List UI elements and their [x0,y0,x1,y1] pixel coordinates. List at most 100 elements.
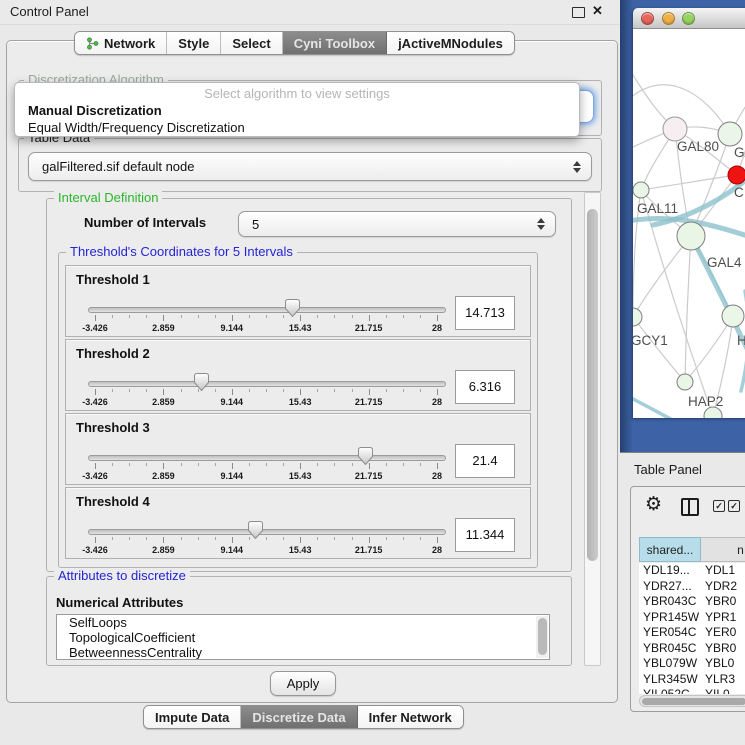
network-edge [685,236,691,382]
scrollbar-thumb[interactable] [538,618,547,655]
table-row[interactable]: YDL19...YDL1 [639,563,745,579]
cyni-bottom-tabs: Impute Data Discretize Data Infer Network [143,705,464,729]
panel-vertical-scrollbar[interactable] [584,192,601,666]
slider-tick-label: 2.859 [141,397,185,407]
slider-track[interactable] [88,381,446,387]
slider-thumb[interactable] [285,299,300,322]
network-canvas[interactable]: GAL80GACGAL11GAL4GCY1HHAP2 [633,29,745,418]
table-row[interactable]: YBL079WYBL0 [639,656,745,672]
tab-label: Discretize Data [252,710,345,725]
network-node-gal80[interactable] [663,117,687,141]
slider-tick [334,537,335,540]
network-node-gal11[interactable] [633,182,649,198]
table-cell: YPR145W [639,610,703,626]
threshold-value-field[interactable]: 6.316 [455,370,515,404]
table-row[interactable]: YDR27...YDR2 [639,579,745,595]
gear-icon[interactable]: ⚙ [645,493,662,515]
attribute-item-selfloops[interactable]: SelfLoops [57,615,549,630]
threshold-value-field[interactable]: 21.4 [455,444,515,478]
slider-tick [146,315,147,318]
slider-tick [232,389,233,395]
slider-track[interactable] [88,529,446,535]
slider-tick [386,537,387,540]
table-row[interactable]: YLR345WYLR3 [639,672,745,688]
table-cell: YDL1 [703,563,735,579]
attribute-item-topologicalcoefficient[interactable]: TopologicalCoefficient [57,630,549,645]
table-row[interactable]: YER054CYER0 [639,625,745,641]
slider-tick [198,463,199,466]
slider-tick [437,315,438,321]
number-of-intervals-combobox[interactable]: 5 [238,211,556,237]
table-row[interactable]: YBR043CYBR0 [639,594,745,610]
threshold-slider-2[interactable]: -3.4262.8599.14415.4321.71528 [88,368,446,408]
slider-thumb[interactable] [248,521,263,544]
slider-tick [300,389,301,395]
table-cell: YLR345W [639,672,703,688]
attribute-item-betweennesscentrality[interactable]: BetweennessCentrality [57,645,549,660]
table-data-combobox[interactable]: galFiltered.sif default node [28,152,592,181]
scrollbar-thumb[interactable] [642,698,745,705]
close-icon[interactable]: ✕ [592,3,603,19]
apply-button[interactable]: Apply [270,671,336,696]
float-window-icon[interactable] [572,7,585,18]
threshold-label: Threshold 1 [76,272,150,287]
dropdown-option-manual-discretization[interactable]: Manual Discretization [15,102,579,119]
table-row[interactable]: YIL052CYIL0 [639,687,745,694]
slider-tick [232,315,233,321]
tab-discretize-data[interactable]: Discretize Data [241,706,357,728]
minimize-light[interactable] [662,12,675,25]
network-node-gcy1[interactable] [633,308,642,326]
network-node-hap2[interactable] [677,374,693,390]
tab-cyni-toolbox[interactable]: Cyni Toolbox [283,32,387,54]
slider-tick [283,389,284,392]
network-node-ga[interactable] [718,122,742,146]
slider-track[interactable] [88,455,446,461]
thresholds-group-title: Threshold's Coordinates for 5 Intervals [66,245,297,259]
slider-track[interactable] [88,307,446,313]
slider-thumb[interactable] [358,447,373,470]
slider-thumb[interactable] [194,373,209,396]
table-cell: YDR27... [639,579,703,595]
zoom-light[interactable] [682,12,695,25]
network-node-gal4[interactable] [677,222,705,250]
checkbox-icon[interactable]: ✓ [728,500,740,512]
threshold-slider-1[interactable]: -3.4262.8599.14415.4321.71528 [88,294,446,334]
slider-tick-label: 21.715 [347,397,391,407]
slider-tick [215,315,216,318]
slider-tick [266,537,267,540]
slider-tick [215,463,216,466]
slider-tick [283,537,284,540]
tab-impute-data[interactable]: Impute Data [144,706,241,728]
threshold-slider-3[interactable]: -3.4262.8599.14415.4321.71528 [88,442,446,482]
tab-jactivemnodules[interactable]: jActiveMNodules [387,32,514,54]
dropdown-option-equal-width-frequency-discretization[interactable]: Equal Width/Frequency Discretization [15,119,579,136]
threshold-value-field[interactable]: 14.713 [455,296,515,330]
scrollbar-thumb[interactable] [587,209,598,561]
split-view-icon[interactable] [681,498,699,516]
table-row[interactable]: YPR145WYPR1 [639,610,745,626]
network-icon [86,37,99,50]
slider-tick [181,315,182,318]
tab-infer-network[interactable]: Infer Network [358,706,463,728]
checkbox-icon[interactable]: ✓ [713,500,725,512]
tab-network[interactable]: Network [75,32,167,54]
table-cell: YBR0 [703,641,736,657]
slider-tick-label: 15.43 [278,545,322,555]
network-node-c[interactable] [728,166,745,184]
threshold-slider-4[interactable]: -3.4262.8599.14415.4321.71528 [88,516,446,556]
slider-tick [146,389,147,392]
table-cell: YDR2 [703,579,737,595]
slider-tick [420,389,421,392]
table-row[interactable]: YBR045CYBR0 [639,641,745,657]
table-horizontal-scrollbar[interactable] [639,695,745,707]
column-header-shared-name[interactable]: shared... [639,537,701,562]
column-header-name[interactable]: n [701,537,745,562]
network-window-titlebar[interactable] [633,8,745,29]
tab-style[interactable]: Style [167,32,221,54]
tab-select[interactable]: Select [221,32,282,54]
slider-tick [112,463,113,466]
list-vertical-scrollbar[interactable] [536,616,548,658]
close-light[interactable] [641,12,654,25]
threshold-value-field[interactable]: 11.344 [455,518,515,552]
network-node-h[interactable] [722,305,744,327]
